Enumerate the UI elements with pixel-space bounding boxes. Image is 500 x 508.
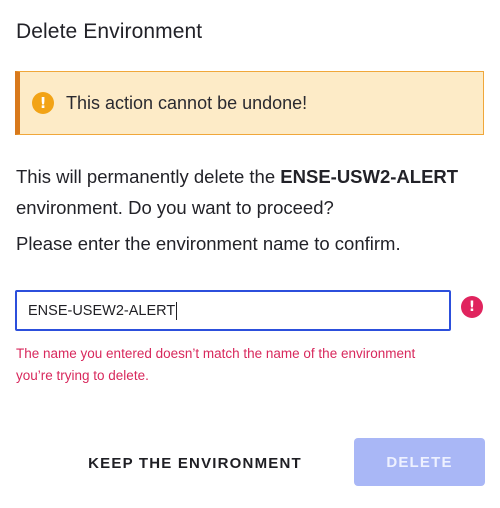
delete-button[interactable]: DELETE [354,438,485,486]
delete-environment-dialog: Delete Environment ! This action cannot … [0,0,500,508]
text-caret [176,301,178,320]
confirm-prompt: Please enter the environment name to con… [16,233,401,254]
warning-icon: ! [32,92,54,114]
warning-banner: ! This action cannot be undone! [15,71,484,135]
description-prefix: This will permanently delete the [16,166,281,187]
warning-text: This action cannot be undone! [66,92,308,113]
error-message: The name you entered doesn’t match the n… [16,346,416,383]
delete-description: This will permanently delete the ENSE-US… [16,161,486,223]
environment-name-input[interactable]: ENSE-USEW2-ALERT [15,290,451,331]
description-suffix: environment. Do you want to proceed? [16,197,334,218]
keep-environment-button[interactable]: KEEP THE ENVIRONMENT [60,438,330,488]
dialog-title: Delete Environment [16,20,203,43]
input-value: ENSE-USEW2-ALERT [28,302,176,319]
error-icon: ! [461,296,483,318]
environment-name: ENSE-USW2-ALERT [280,166,459,187]
